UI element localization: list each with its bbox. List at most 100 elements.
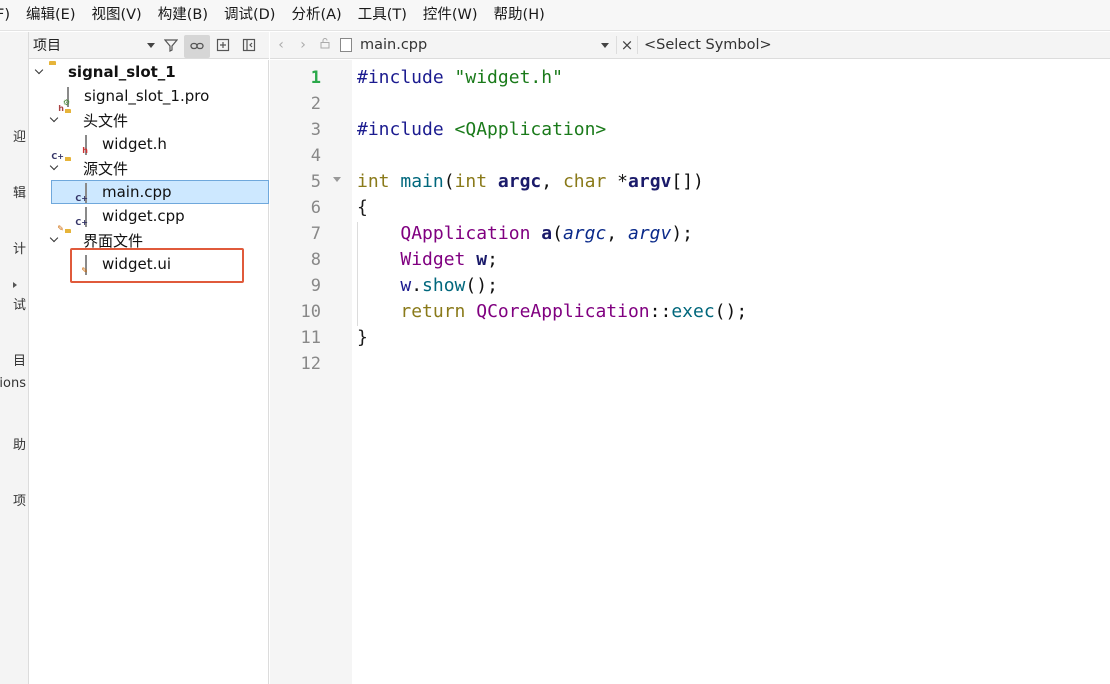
code-editor[interactable]: #include "widget.h" #include <QApplicati… (352, 60, 1110, 684)
line-number: 3 (310, 120, 321, 140)
tree-item-project[interactable]: signal_slot_1 (31, 60, 176, 84)
line-number: 4 (310, 146, 321, 166)
line-number: 7 (310, 224, 321, 244)
tree-item-label: signal_slot_1.pro (84, 87, 210, 105)
editor-toolbar: ‹ › main.cpp × <Select Symbol> (270, 32, 1110, 59)
header-file-icon: h (82, 135, 99, 155)
menu-widgets[interactable]: 控件(W) (415, 0, 486, 31)
line-number: 12 (300, 354, 321, 374)
expand-arrow-icon[interactable] (31, 65, 47, 75)
code-line-1: #include "widget.h" (357, 67, 563, 88)
code-line-5: int main(int argc, char *argv[]) (357, 171, 704, 192)
close-document-button[interactable]: × (616, 36, 638, 54)
lock-button[interactable] (314, 37, 336, 53)
code-line-11: } (357, 327, 368, 348)
menu-edit[interactable]: 编辑(E) (18, 0, 83, 31)
filter-button[interactable] (158, 32, 184, 59)
tree-item-main-cpp[interactable]: C+ main.cpp (75, 180, 172, 204)
tree-item-widget-ui[interactable]: ✎ widget.ui (81, 252, 172, 276)
split-button[interactable] (210, 32, 236, 59)
code-line-6: { (357, 197, 368, 218)
code-line-8: Widget w; (400, 249, 498, 270)
mode-projects[interactable]: 目 (13, 350, 26, 369)
mode-options[interactable]: 项 (13, 490, 26, 509)
mode-extensions[interactable]: ions (0, 376, 26, 391)
mode-debug[interactable]: 试 (13, 294, 26, 313)
code-line-7: QApplication a(argc, argv); (400, 223, 694, 244)
chevron-down-icon (601, 42, 609, 48)
lock-icon (320, 38, 330, 49)
menu-view[interactable]: 视图(V) (83, 0, 149, 31)
mode-design[interactable]: 计 (13, 238, 26, 257)
ui-file-icon: ✎ (81, 255, 99, 275)
menu-build[interactable]: 构建(B) (150, 0, 216, 31)
filter-icon (164, 39, 178, 52)
tree-item-pro-file[interactable]: ⚙ signal_slot_1.pro (63, 84, 210, 108)
chevron-right-icon: › (300, 37, 306, 53)
link-icon (190, 42, 204, 50)
code-line-3: #include <QApplication> (357, 119, 607, 140)
mode-selector-bar: 迎 辑 计 试 目 ions 助 项 (0, 32, 29, 684)
expand-arrow-icon[interactable] (46, 233, 62, 243)
tree-item-label: signal_slot_1 (68, 63, 176, 81)
tree-item-label: 头文件 (83, 111, 129, 130)
project-folder-icon (49, 64, 65, 80)
current-file-name: main.cpp (360, 37, 428, 53)
menu-debug[interactable]: 调试(D) (216, 0, 283, 31)
line-number: 8 (310, 250, 321, 270)
project-view-label: 项目 (33, 38, 61, 54)
pro-file-icon: ⚙ (63, 87, 81, 107)
open-documents-selector[interactable]: main.cpp (336, 32, 616, 59)
tree-item-widget-h[interactable]: h widget.h (82, 132, 167, 156)
back-button[interactable]: ‹ (270, 37, 292, 53)
menu-analyze[interactable]: 分析(A) (283, 0, 349, 31)
expand-arrow-icon[interactable] (46, 161, 62, 171)
tree-item-label: 界面文件 (83, 231, 144, 250)
tree-item-widget-cpp[interactable]: C+ widget.cpp (75, 204, 185, 228)
line-number: 1 (310, 68, 321, 88)
tree-item-label: main.cpp (102, 183, 172, 201)
line-number: 5 (310, 172, 321, 192)
split-add-icon (216, 38, 230, 52)
tree-item-forms[interactable]: ✎ 界面文件 (46, 224, 144, 252)
cpp-file-icon (340, 38, 352, 52)
project-panel-toolbar: 项目 (29, 32, 269, 59)
mode-arrow-icon (13, 282, 17, 288)
menu-bar: F) 编辑(E) 视图(V) 构建(B) 调试(D) 分析(A) 工具(T) 控… (0, 0, 1110, 31)
line-number: 9 (310, 276, 321, 296)
line-number: 10 (300, 302, 321, 322)
menu-tools[interactable]: 工具(T) (350, 0, 415, 31)
tree-item-label: 源文件 (83, 159, 129, 178)
chevron-down-icon (147, 42, 155, 48)
menu-file[interactable]: F) (0, 0, 18, 31)
mode-welcome[interactable]: 迎 (13, 126, 26, 145)
forms-folder-icon: ✎ (56, 224, 65, 233)
tree-item-sources[interactable]: C+ 源文件 (46, 152, 129, 180)
line-number-gutter: 1 2 3 4 5 6 7 8 9 10 11 12 (270, 60, 352, 684)
source-folder-icon: C+ (50, 152, 65, 161)
tree-item-label: widget.ui (102, 255, 172, 273)
line-number: 11 (300, 328, 321, 348)
project-view-selector[interactable]: 项目 (29, 32, 158, 59)
tree-item-headers[interactable]: h 头文件 (46, 104, 129, 132)
tree-item-label: widget.cpp (102, 207, 185, 225)
expand-arrow-icon[interactable] (46, 113, 62, 123)
sidebar-collapse-icon (242, 38, 256, 52)
header-folder-icon: h (57, 104, 65, 113)
close-sidebar-button[interactable] (236, 32, 262, 59)
sync-link-button[interactable] (184, 34, 210, 58)
line-number: 6 (310, 198, 321, 218)
menu-help[interactable]: 帮助(H) (486, 0, 553, 31)
forward-button[interactable]: › (292, 37, 314, 53)
symbol-selector[interactable]: <Select Symbol> (638, 37, 772, 53)
code-line-10: return QCoreApplication::exec(); (400, 301, 748, 322)
line-number: 2 (310, 94, 321, 114)
cpp-file-icon: C+ (75, 207, 99, 227)
cpp-file-icon: C+ (75, 183, 99, 203)
tree-item-label: widget.h (102, 135, 167, 153)
fold-arrow-icon[interactable] (333, 177, 341, 182)
mode-edit[interactable]: 辑 (13, 182, 26, 201)
chevron-left-icon: ‹ (278, 37, 284, 53)
code-line-9: w.show(); (400, 275, 498, 296)
mode-help[interactable]: 助 (13, 434, 26, 453)
